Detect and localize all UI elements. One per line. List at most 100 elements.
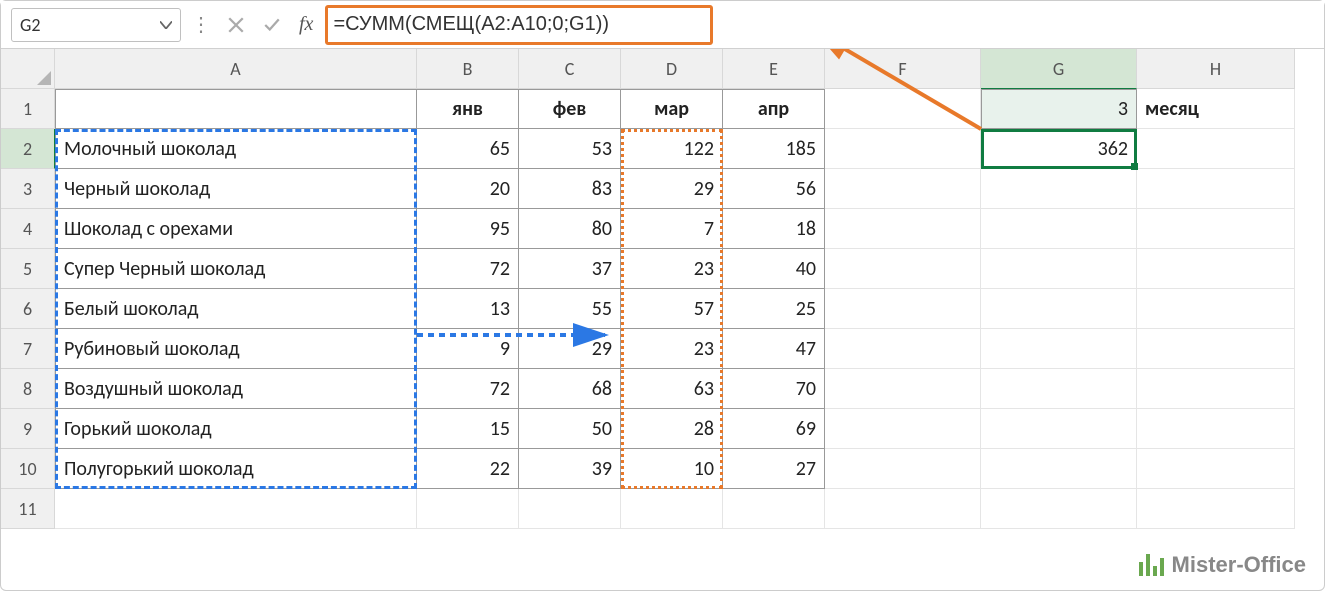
cell-E8[interactable]: 70 <box>723 369 825 409</box>
cell-E10[interactable]: 27 <box>723 449 825 489</box>
row-header-3[interactable]: 3 <box>1 169 55 209</box>
cell-A5[interactable]: Супер Черный шоколад <box>55 249 417 289</box>
cell-H4[interactable] <box>1137 209 1295 249</box>
col-header-A[interactable]: A <box>55 49 417 89</box>
row-header-6[interactable]: 6 <box>1 289 55 329</box>
chevron-down-icon[interactable] <box>160 16 172 33</box>
cell-E9[interactable]: 69 <box>723 409 825 449</box>
col-header-B[interactable]: B <box>417 49 519 89</box>
cell-G10[interactable] <box>981 449 1137 489</box>
cell-F1[interactable] <box>825 89 981 129</box>
cell-B5[interactable]: 72 <box>417 249 519 289</box>
cell-A7[interactable]: Рубиновый шоколад <box>55 329 417 369</box>
row-header-4[interactable]: 4 <box>1 209 55 249</box>
cell-H7[interactable] <box>1137 329 1295 369</box>
cell-A8[interactable]: Воздушный шоколад <box>55 369 417 409</box>
cell-H9[interactable] <box>1137 409 1295 449</box>
cell-D6[interactable]: 57 <box>621 289 723 329</box>
cell-G5[interactable] <box>981 249 1137 289</box>
cell-H10[interactable] <box>1137 449 1295 489</box>
cell-G1[interactable]: 3 <box>981 89 1137 129</box>
cell-F6[interactable] <box>825 289 981 329</box>
cell-H6[interactable] <box>1137 289 1295 329</box>
cell-D3[interactable]: 29 <box>621 169 723 209</box>
cancel-formula-button[interactable] <box>221 10 251 40</box>
row-header-11[interactable]: 11 <box>1 489 55 529</box>
cell-D8[interactable]: 63 <box>621 369 723 409</box>
cell-B2[interactable]: 65 <box>417 129 519 169</box>
cell-C6[interactable]: 55 <box>519 289 621 329</box>
cell-A2[interactable]: Молочный шоколад <box>55 129 417 169</box>
cell-H8[interactable] <box>1137 369 1295 409</box>
cell-F4[interactable] <box>825 209 981 249</box>
cell-A10[interactable]: Полугорький шоколад <box>55 449 417 489</box>
cell-C4[interactable]: 80 <box>519 209 621 249</box>
cell-G9[interactable] <box>981 409 1137 449</box>
cell-C7[interactable]: 29 <box>519 329 621 369</box>
cell-D9[interactable]: 28 <box>621 409 723 449</box>
col-header-C[interactable]: C <box>519 49 621 89</box>
cell-G2[interactable]: 362 <box>981 129 1137 169</box>
cell-A4[interactable]: Шоколад с орехами <box>55 209 417 249</box>
cell-C5[interactable]: 37 <box>519 249 621 289</box>
cell-H5[interactable] <box>1137 249 1295 289</box>
cell-E3[interactable]: 56 <box>723 169 825 209</box>
cell-D1[interactable]: мар <box>621 89 723 129</box>
cell-C8[interactable]: 68 <box>519 369 621 409</box>
cell-C10[interactable]: 39 <box>519 449 621 489</box>
cell-F8[interactable] <box>825 369 981 409</box>
cell-A11[interactable] <box>55 489 417 529</box>
cell-C1[interactable]: фев <box>519 89 621 129</box>
cell-B10[interactable]: 22 <box>417 449 519 489</box>
row-header-1[interactable]: 1 <box>1 89 55 129</box>
cell-D7[interactable]: 23 <box>621 329 723 369</box>
cell-A6[interactable]: Белый шоколад <box>55 289 417 329</box>
cell-C9[interactable]: 50 <box>519 409 621 449</box>
select-all-corner[interactable] <box>1 49 55 89</box>
cell-F5[interactable] <box>825 249 981 289</box>
cell-E5[interactable]: 40 <box>723 249 825 289</box>
row-header-10[interactable]: 10 <box>1 449 55 489</box>
cell-B3[interactable]: 20 <box>417 169 519 209</box>
cell-E7[interactable]: 47 <box>723 329 825 369</box>
cell-B4[interactable]: 95 <box>417 209 519 249</box>
col-header-E[interactable]: E <box>723 49 825 89</box>
cell-F10[interactable] <box>825 449 981 489</box>
cell-E2[interactable]: 185 <box>723 129 825 169</box>
cell-H11[interactable] <box>1137 489 1295 529</box>
col-header-H[interactable]: H <box>1137 49 1295 89</box>
cell-B7[interactable]: 9 <box>417 329 519 369</box>
row-header-7[interactable]: 7 <box>1 329 55 369</box>
cell-G8[interactable] <box>981 369 1137 409</box>
confirm-formula-button[interactable] <box>257 10 287 40</box>
cell-C11[interactable] <box>519 489 621 529</box>
cell-B8[interactable]: 72 <box>417 369 519 409</box>
col-header-D[interactable]: D <box>621 49 723 89</box>
cell-H3[interactable] <box>1137 169 1295 209</box>
cell-E11[interactable] <box>723 489 825 529</box>
cell-G11[interactable] <box>981 489 1137 529</box>
cell-F3[interactable] <box>825 169 981 209</box>
cell-D4[interactable]: 7 <box>621 209 723 249</box>
formula-input[interactable] <box>325 7 1314 43</box>
cell-C3[interactable]: 83 <box>519 169 621 209</box>
cell-E1[interactable]: апр <box>723 89 825 129</box>
col-header-G[interactable]: G <box>981 49 1137 89</box>
row-header-8[interactable]: 8 <box>1 369 55 409</box>
col-header-F[interactable]: F <box>825 49 981 89</box>
row-header-5[interactable]: 5 <box>1 249 55 289</box>
cell-F11[interactable] <box>825 489 981 529</box>
cell-A9[interactable]: Горький шоколад <box>55 409 417 449</box>
cell-D10[interactable]: 10 <box>621 449 723 489</box>
cell-D11[interactable] <box>621 489 723 529</box>
cell-G3[interactable] <box>981 169 1137 209</box>
row-header-2[interactable]: 2 <box>1 129 55 169</box>
cell-B11[interactable] <box>417 489 519 529</box>
cell-D5[interactable]: 23 <box>621 249 723 289</box>
row-header-9[interactable]: 9 <box>1 409 55 449</box>
cell-B6[interactable]: 13 <box>417 289 519 329</box>
cell-E4[interactable]: 18 <box>723 209 825 249</box>
fx-icon[interactable]: fx <box>293 13 319 36</box>
cell-G7[interactable] <box>981 329 1137 369</box>
cell-F7[interactable] <box>825 329 981 369</box>
